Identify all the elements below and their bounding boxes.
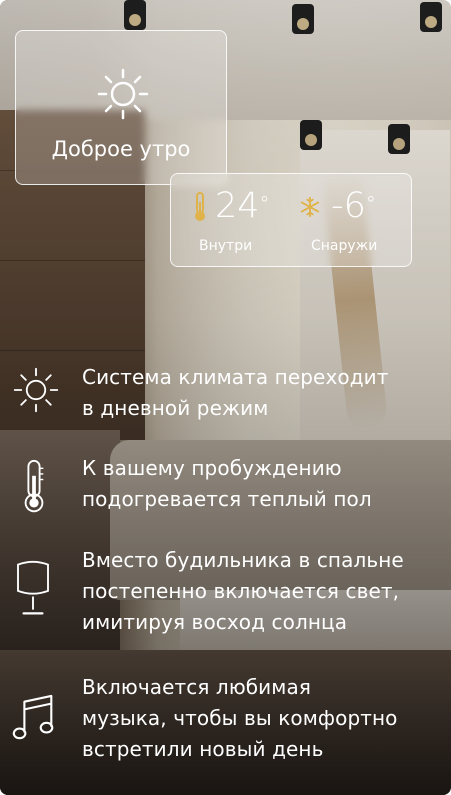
feature-music-text: Включается любимая музыка, чтобы вы комф…	[82, 675, 398, 761]
feature-wake-light-text: Вместо будильника в спальне постепенно в…	[82, 548, 404, 634]
outside-temperature-label: Снаружи	[311, 238, 378, 254]
inside-temperature-value: 24°	[215, 186, 270, 226]
sun-icon	[97, 68, 149, 120]
greeting-label: Доброе утро	[51, 137, 191, 161]
thermometer-icon	[195, 192, 205, 221]
feature-heated-floor-text: К вашему пробуждению подогревается теплы…	[82, 456, 372, 511]
snowflake-icon	[300, 196, 320, 218]
greeting-card: Доброе утро	[15, 30, 227, 185]
sun-icon	[13, 367, 59, 413]
lamp-icon	[17, 560, 49, 615]
thermometer-icon	[24, 459, 44, 513]
music-note-icon	[12, 694, 54, 740]
smart-home-morning-screen: Доброе утро 24° Внутри -6° Снаружи Систе…	[0, 0, 451, 795]
temperature-card: 24° Внутри -6° Снаружи	[170, 173, 412, 267]
outside-temperature-value: -6°	[331, 186, 376, 226]
feature-climate-text: Система климата переходит в дневной режи…	[82, 365, 389, 420]
inside-temperature-label: Внутри	[199, 238, 253, 254]
